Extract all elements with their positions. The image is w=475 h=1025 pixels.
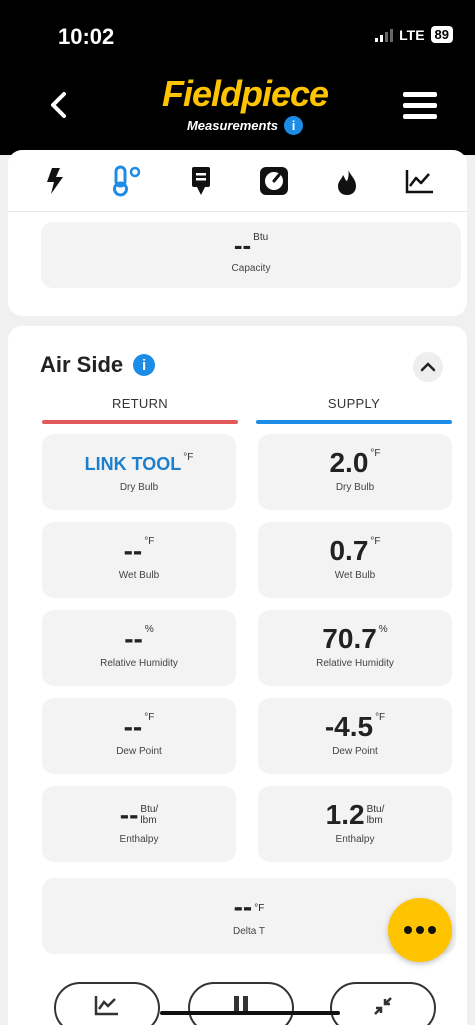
unit-label: Btu/lbm — [367, 804, 385, 826]
probe-icon — [191, 166, 210, 195]
info-icon[interactable]: i — [133, 354, 156, 376]
network-type: LTE — [399, 26, 425, 43]
return-dew-point-tile[interactable]: -- °F Dew Point — [42, 698, 236, 774]
unit-label: % — [378, 624, 388, 635]
measurement-label: Relative Humidity — [316, 658, 394, 669]
measurement-value: 2.0 — [329, 447, 369, 478]
status-indicators: LTE 89 — [375, 26, 453, 43]
measurement-sheet: -- Btu Capacity — [8, 150, 467, 316]
graph-button[interactable] — [54, 982, 160, 1025]
flame-icon — [338, 167, 357, 195]
return-wet-bulb-tile[interactable]: -- °F Wet Bulb — [42, 522, 236, 598]
signal-icon — [375, 28, 394, 42]
supply-color-bar — [256, 420, 452, 424]
measurement-value: 1.2 — [325, 799, 365, 830]
measurement-label: Enthalpy — [335, 834, 375, 845]
bottom-controls — [0, 978, 475, 1025]
tab-probe[interactable] — [181, 161, 221, 201]
measurement-label: Dry Bulb — [335, 482, 375, 493]
status-time: 10:02 — [58, 24, 115, 49]
pause-button[interactable] — [188, 982, 294, 1025]
supply-dry-bulb-tile[interactable]: 2.0 °F Dry Bulb — [258, 434, 452, 510]
measurement-value: -4.5 — [324, 711, 374, 742]
unit-bottom: lbm — [366, 815, 383, 826]
battery-level: 89 — [430, 26, 453, 43]
more-dots-icon — [404, 926, 412, 934]
brand-block: Fieldpiece Measurements i — [150, 74, 340, 135]
app-header: 10:02 LTE 89 Fieldpiece Measurements i — [0, 0, 475, 155]
collapse-arrows-icon — [374, 997, 392, 1015]
unit-label: °F — [144, 536, 155, 547]
return-enthalpy-tile[interactable]: -- Btu/lbm Enthalpy — [42, 786, 236, 862]
measurement-label: Dew Point — [332, 746, 378, 757]
chart-icon — [94, 996, 118, 1016]
measurement-value: -- — [124, 623, 143, 654]
more-options-button[interactable] — [388, 898, 452, 962]
measurement-label: Relative Humidity — [100, 658, 178, 669]
page-subtitle: Measurements i — [150, 116, 340, 135]
return-dry-bulb-tile[interactable]: LINK TOOL °F Dry Bulb — [42, 434, 236, 510]
supply-enthalpy-tile[interactable]: 1.2 Btu/lbm Enthalpy — [258, 786, 452, 862]
tab-trends[interactable] — [400, 161, 440, 201]
brand-logo: Fieldpiece — [161, 73, 329, 114]
return-column-label: RETURN — [112, 396, 168, 411]
tab-electrical[interactable] — [35, 161, 75, 201]
unit-label: °F — [254, 903, 265, 914]
unit-bottom: lbm — [140, 815, 157, 826]
lightning-icon — [46, 167, 63, 194]
collapse-button[interactable] — [413, 352, 443, 382]
measurement-label: Dry Bulb — [119, 482, 159, 493]
unit-label: °F — [370, 448, 381, 459]
gauge-icon — [260, 166, 289, 195]
tab-temperature[interactable] — [108, 161, 148, 201]
unit-top: Btu/ — [140, 804, 159, 815]
supply-rh-tile[interactable]: 70.7% Relative Humidity — [258, 610, 452, 686]
hamburger-menu-button[interactable] — [403, 92, 437, 120]
measurement-value: 0.7 — [329, 535, 369, 566]
return-rh-tile[interactable]: --% Relative Humidity — [42, 610, 236, 686]
measurement-value: 70.7 — [322, 623, 377, 654]
capacity-tile[interactable]: -- Btu Capacity — [41, 222, 461, 288]
unit-label: °F — [183, 452, 194, 463]
chevron-up-icon — [420, 362, 436, 372]
measurement-value: -- — [233, 891, 253, 922]
capacity-unit: Btu — [253, 232, 269, 243]
tab-combustion[interactable] — [327, 161, 367, 201]
capacity-label: Capacity — [231, 263, 271, 274]
home-indicator — [160, 1011, 340, 1015]
chart-icon — [406, 169, 434, 193]
category-tabbar — [8, 150, 467, 212]
subtitle-text: Measurements — [186, 118, 279, 133]
link-tool-button[interactable]: LINK TOOL — [85, 450, 182, 478]
thermometer-icon — [112, 165, 140, 196]
return-color-bar — [42, 420, 238, 424]
unit-label: °F — [375, 712, 386, 723]
measurement-label: Wet Bulb — [334, 570, 376, 581]
measurement-value: -- — [123, 711, 143, 742]
measurement-label: Dew Point — [116, 746, 162, 757]
unit-label: Btu/lbm — [140, 804, 158, 826]
unit-label: % — [144, 624, 154, 635]
supply-wet-bulb-tile[interactable]: 0.7 °F Wet Bulb — [258, 522, 452, 598]
minimize-button[interactable] — [330, 982, 436, 1025]
back-button[interactable] — [42, 88, 76, 122]
capacity-value: -- — [233, 230, 252, 260]
measurement-value: -- — [123, 535, 143, 566]
supply-column-label: SUPPLY — [327, 396, 381, 411]
measurement-value: -- — [119, 799, 139, 830]
supply-dew-point-tile[interactable]: -4.5 °F Dew Point — [258, 698, 452, 774]
tab-pressure[interactable] — [254, 161, 294, 201]
unit-top: Btu/ — [366, 804, 385, 815]
info-icon[interactable]: i — [284, 116, 304, 135]
measurement-label: Wet Bulb — [118, 570, 160, 581]
air-side-header: Air Side i — [40, 352, 156, 378]
measurement-label: Enthalpy — [119, 834, 159, 845]
unit-label: °F — [144, 712, 155, 723]
chevron-left-icon — [51, 92, 66, 118]
air-side-title: Air Side — [40, 352, 124, 377]
unit-label: °F — [370, 536, 381, 547]
